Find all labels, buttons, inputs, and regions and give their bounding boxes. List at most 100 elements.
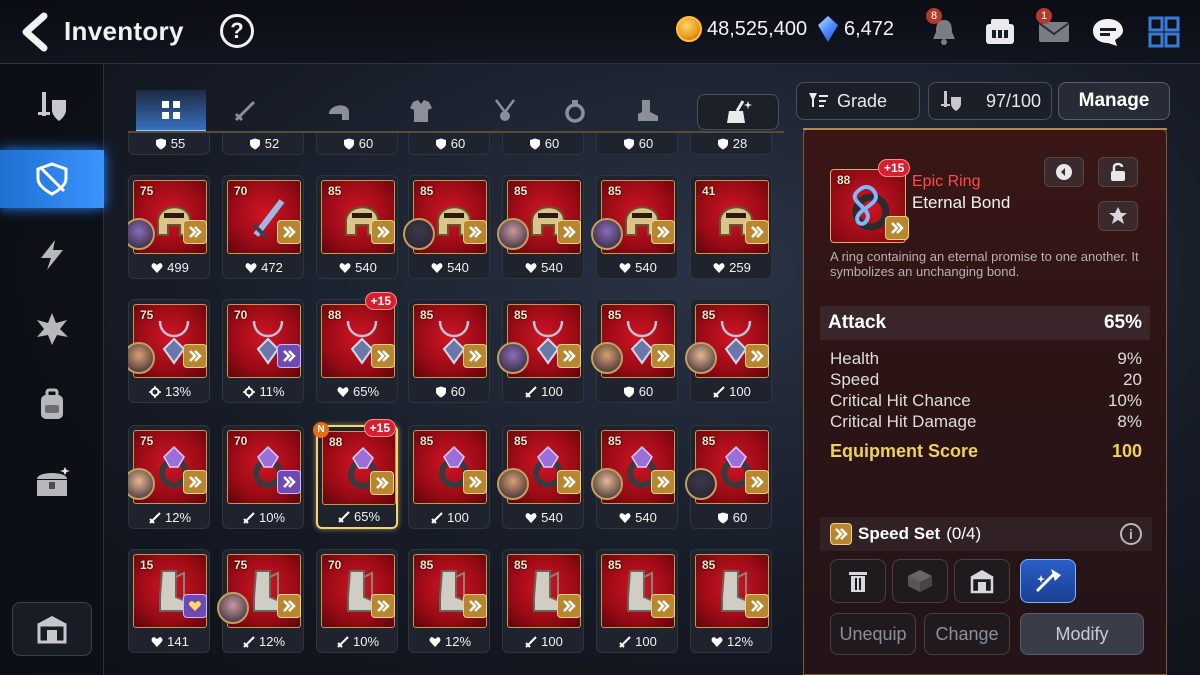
item-main-stat: 13% [129, 384, 211, 399]
inventory-item-slot[interactable]: 85 60 [591, 299, 678, 403]
lock-button[interactable] [1098, 157, 1138, 187]
sort-icon [809, 93, 828, 107]
tab-helmet[interactable] [304, 90, 374, 132]
inventory-capacity[interactable]: 97/100 [928, 82, 1052, 120]
lightning-icon [41, 240, 63, 270]
inventory-item-slot[interactable]: 60 [596, 133, 678, 155]
manage-button[interactable]: Manage [1058, 82, 1170, 120]
tab-all[interactable] [136, 90, 206, 132]
filter-button[interactable] [697, 94, 779, 130]
chat-button[interactable] [1090, 14, 1126, 50]
item-level: 85 [514, 434, 528, 448]
item-main-stat-value: 13% [164, 384, 192, 399]
inventory-item-slot[interactable]: 52 [222, 133, 304, 155]
equipment-score: Equipment Score 100 [830, 441, 1142, 462]
item-main-stat-value: 472 [261, 260, 283, 275]
sidebar-item-artifact[interactable] [0, 150, 104, 208]
modify-button[interactable]: Modify [1020, 613, 1144, 655]
sell-button[interactable] [830, 559, 886, 603]
notification-count: 8 [926, 8, 942, 24]
set-icon [469, 226, 482, 238]
set-badge [745, 594, 769, 618]
inventory-item-slot[interactable]: 28 [690, 133, 772, 155]
inventory-item-slot[interactable]: 85 60 [685, 425, 772, 529]
inventory-item-slot[interactable]: 60 [502, 133, 584, 155]
item-level: 85 [702, 308, 716, 322]
shield-slash-icon [36, 162, 68, 196]
equipped-hero-avatar [591, 468, 623, 500]
inventory-item-slot[interactable]: 75 12% [217, 549, 304, 653]
armor-icon [410, 100, 432, 122]
inventory-item-slot[interactable]: 15 141 [128, 549, 210, 653]
set-badge [651, 344, 675, 368]
enhance-button[interactable] [1020, 559, 1076, 603]
sort-button[interactable]: Grade [796, 82, 920, 120]
inventory-item-slot[interactable]: 85 540 [591, 425, 678, 529]
help-button[interactable]: ? [220, 14, 254, 48]
change-button[interactable]: Change [924, 613, 1010, 655]
necklace-icon [495, 99, 515, 121]
heroes-button[interactable] [982, 14, 1018, 50]
store-button[interactable] [892, 559, 948, 603]
tab-boots[interactable] [612, 90, 682, 132]
inventory-item-slot[interactable]: 41 259 [690, 175, 772, 279]
inventory-item-slot[interactable]: 85 60 [408, 299, 490, 403]
tab-armor[interactable] [386, 90, 456, 132]
menu-button[interactable] [1146, 14, 1182, 50]
item-level: 85 [514, 308, 528, 322]
sub-stat-label: Critical Hit Damage [830, 412, 977, 431]
tab-weapon[interactable] [210, 90, 280, 132]
inventory-item-slot[interactable]: 70 472 [222, 175, 304, 279]
inventory-item-slot[interactable]: 85 12% [690, 549, 772, 653]
inventory-item-slot[interactable]: 75 13% [128, 299, 210, 403]
top-bar: Inventory ? 48,525,400 6,472 8 1 [0, 0, 1200, 64]
inventory-item-slot[interactable]: 55 [128, 133, 210, 155]
item-detail-panel: 88 +15 Epic Ring Eternal Bond A ring con… [803, 128, 1167, 675]
inventory-item-slot[interactable]: 85 100 [497, 299, 584, 403]
inventory-item-slot[interactable]: 85 100 [685, 299, 772, 403]
notification-button[interactable]: 8 [926, 8, 962, 50]
set-badge [463, 470, 487, 494]
sidebar-item-chest[interactable] [0, 454, 104, 512]
sidebar-item-bag[interactable] [0, 376, 104, 434]
inventory-item-slot[interactable]: 85 540 [591, 175, 678, 279]
inventory-item-slot[interactable]: 85 540 [497, 425, 584, 529]
tab-ring[interactable] [540, 90, 610, 132]
mail-button[interactable]: 1 [1036, 8, 1072, 50]
chest-icon [37, 467, 70, 496]
storehouse-button[interactable] [12, 602, 92, 656]
share-button[interactable] [1044, 157, 1084, 187]
back-button[interactable] [18, 12, 52, 52]
equipment-grid: 55 52 60 60 60 60 28 75 499 70 472 85 540 85 540 85 540 8… [128, 133, 788, 675]
inventory-item-slot[interactable]: 60 [316, 133, 398, 155]
item-main-stat-value: 52 [264, 136, 280, 151]
unequip-button[interactable]: Unequip [830, 613, 916, 655]
extract-button[interactable] [1098, 201, 1138, 231]
inventory-item-slot[interactable]: 70 10% [222, 425, 304, 529]
storehouse-action-button[interactable] [954, 559, 1010, 603]
inventory-item-slot[interactable]: 85 12% [408, 549, 490, 653]
sidebar-item-equipment[interactable] [0, 78, 104, 136]
set-info-button[interactable]: i [1120, 523, 1142, 545]
inventory-item-slot[interactable]: 88 +15 N 65% [313, 419, 398, 529]
inventory-item-slot[interactable]: 85 540 [316, 175, 398, 279]
inventory-item-slot[interactable]: 70 11% [222, 299, 304, 403]
inventory-item-slot[interactable]: 75 12% [128, 425, 210, 529]
sidebar-item-catalyst[interactable] [0, 226, 104, 284]
inventory-item-slot[interactable]: 85 540 [403, 175, 490, 279]
inventory-item-slot[interactable]: 85 100 [596, 549, 678, 653]
inventory-item-slot[interactable]: 85 540 [497, 175, 584, 279]
inventory-item-slot[interactable]: 85 100 [502, 549, 584, 653]
gold-display[interactable]: 48,525,400 [676, 16, 807, 42]
sidebar-item-exclusive[interactable] [0, 300, 104, 358]
inventory-item-slot[interactable]: 70 10% [316, 549, 398, 653]
crystal-display[interactable]: 6,472 [818, 16, 894, 42]
item-level: 85 [420, 558, 434, 572]
inventory-item-slot[interactable]: 88 +15 65% [316, 292, 398, 403]
tab-necklace[interactable] [470, 90, 540, 132]
inventory-item-slot[interactable]: 60 [408, 133, 490, 155]
inventory-item-slot[interactable]: 85 100 [408, 425, 490, 529]
inventory-item-slot[interactable]: 75 499 [128, 175, 210, 279]
set-icon [657, 226, 670, 238]
panel-ornament [803, 128, 1167, 134]
